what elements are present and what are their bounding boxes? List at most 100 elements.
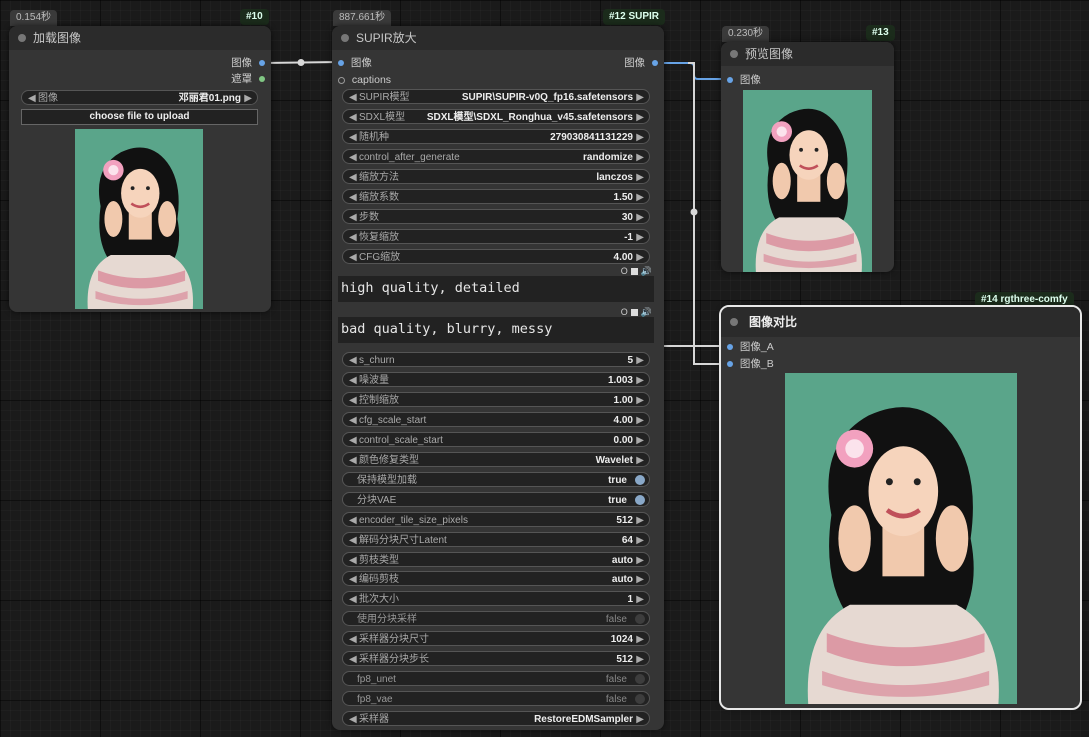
input-slot-image[interactable]: 图像 — [727, 73, 761, 87]
arrow-right-icon[interactable]: ▶ — [244, 91, 252, 106]
node-title-bar[interactable]: 加载图像 — [9, 26, 271, 50]
combo-widget[interactable]: ◀ 颜色修复类型 Wavelet ▶ — [342, 451, 650, 468]
combo-widget[interactable]: ◀ 批次大小 1 ▶ — [342, 591, 650, 607]
input-slot-image-a[interactable]: 图像_A — [727, 340, 774, 354]
arrow-left-icon[interactable]: ◀ — [349, 190, 357, 205]
slot-dot-icon[interactable] — [652, 60, 658, 67]
arrow-right-icon[interactable]: ▶ — [636, 250, 644, 265]
toggle-widget[interactable]: 分块VAE true — [342, 491, 650, 507]
arrow-right-icon[interactable]: ▶ — [636, 453, 644, 468]
arrow-right-icon[interactable]: ▶ — [636, 130, 644, 145]
preview-image-node[interactable]: 预览图像 图像 — [721, 42, 894, 272]
wire-supir-to-preview[interactable] — [656, 62, 728, 80]
image-file-combo[interactable]: ◀ 图像 邓丽君01.png ▶ — [21, 90, 258, 105]
node-title-bar[interactable]: SUPIR放大 — [332, 26, 664, 50]
slot-dot-icon[interactable] — [338, 60, 344, 67]
arrow-left-icon[interactable]: ◀ — [349, 513, 357, 528]
combo-widget[interactable]: ◀ s_churn 5 ▶ — [342, 352, 650, 367]
positive-prompt-textarea[interactable]: high quality, detailed — [338, 276, 654, 302]
combo-widget[interactable]: ◀ 噪波量 1.003 ▶ — [342, 371, 650, 388]
input-slot-image[interactable]: 图像 — [338, 56, 372, 70]
toggle-widget[interactable]: fp8_vae false — [342, 691, 650, 707]
arrow-left-icon[interactable]: ◀ — [349, 250, 357, 265]
arrow-right-icon[interactable]: ▶ — [636, 353, 644, 368]
collapse-dot-icon[interactable] — [18, 34, 26, 42]
combo-widget[interactable]: ◀ 随机种 279030841131229 ▶ — [342, 128, 650, 145]
sound-icon[interactable]: 🔊 — [641, 266, 652, 276]
combo-widget[interactable]: ◀ encoder_tile_size_pixels 512 ▶ — [342, 511, 650, 528]
toggle-knob-icon[interactable] — [635, 474, 645, 485]
slot-dot-icon[interactable] — [727, 361, 733, 368]
combo-widget[interactable]: ◀ 剪枝类型 auto ▶ — [342, 551, 650, 568]
toggle-knob-icon[interactable] — [635, 674, 645, 685]
upload-button[interactable]: choose file to upload — [21, 109, 258, 125]
arrow-right-icon[interactable]: ▶ — [636, 553, 644, 568]
toggle-widget[interactable]: 使用分块采样 false — [342, 611, 650, 627]
checkbox-icon[interactable] — [630, 268, 638, 276]
arrow-right-icon[interactable]: ▶ — [636, 533, 644, 548]
supir-upscale-node[interactable]: SUPIR放大 图像 captions 图像 ◀ SUPIR模型 SUPIR\SUP… — [332, 26, 664, 730]
slot-dot-icon[interactable] — [727, 344, 733, 351]
arrow-left-icon[interactable]: ◀ — [349, 210, 357, 225]
arrow-right-icon[interactable]: ▶ — [636, 230, 644, 245]
arrow-left-icon[interactable]: ◀ — [28, 91, 36, 106]
combo-widget[interactable]: ◀ control_after_generate randomize ▶ — [342, 148, 650, 165]
arrow-right-icon[interactable]: ▶ — [636, 513, 644, 528]
combo-widget[interactable]: ◀ 控制缩放 1.00 ▶ — [342, 391, 650, 408]
combo-widget[interactable]: ◀ 采样器分块尺寸 1024 ▶ — [342, 631, 650, 647]
node-title-bar[interactable]: 图像对比 — [721, 307, 1080, 337]
combo-widget[interactable]: ◀ 步数 30 ▶ — [342, 208, 650, 225]
arrow-right-icon[interactable]: ▶ — [636, 632, 644, 647]
input-slot-image-b[interactable]: 图像_B — [727, 357, 774, 371]
arrow-left-icon[interactable]: ◀ — [349, 652, 357, 667]
output-slot-image[interactable]: 图像 — [231, 56, 265, 70]
slot-dot-icon[interactable] — [338, 76, 345, 84]
toggle-knob-icon[interactable] — [635, 614, 645, 625]
toggle-knob-icon[interactable] — [635, 694, 645, 705]
arrow-left-icon[interactable]: ◀ — [349, 353, 357, 368]
toggle-widget[interactable]: fp8_unet false — [342, 671, 650, 687]
input-slot-captions[interactable]: captions — [338, 73, 391, 87]
arrow-left-icon[interactable]: ◀ — [349, 592, 357, 607]
slot-dot-icon[interactable] — [727, 77, 733, 84]
arrow-left-icon[interactable]: ◀ — [349, 373, 357, 388]
combo-widget[interactable]: ◀ SUPIR模型 SUPIR\SUPIR-v0Q_fp16.safetensors… — [342, 89, 650, 104]
toggle-knob-icon[interactable] — [635, 494, 645, 505]
combo-widget[interactable]: ◀ 编码剪枝 auto ▶ — [342, 571, 650, 587]
collapse-dot-icon[interactable] — [341, 34, 349, 42]
wire-midpoint[interactable] — [690, 208, 698, 216]
arrow-left-icon[interactable]: ◀ — [349, 90, 357, 105]
collapse-dot-icon[interactable] — [730, 318, 738, 326]
slot-dot-icon[interactable] — [259, 76, 265, 83]
wire-midpoint[interactable] — [297, 59, 305, 66]
arrow-right-icon[interactable]: ▶ — [636, 712, 644, 727]
arrow-left-icon[interactable]: ◀ — [349, 150, 357, 165]
image-compare-node[interactable]: 图像对比 图像_A 图像_B — [719, 305, 1082, 710]
combo-widget[interactable]: ◀ 恢复缩放 -1 ▶ — [342, 228, 650, 245]
combo-widget[interactable]: ◀ 采样器分块步长 512 ▶ — [342, 651, 650, 667]
arrow-right-icon[interactable]: ▶ — [636, 150, 644, 165]
arrow-left-icon[interactable]: ◀ — [349, 170, 357, 185]
combo-widget[interactable]: ◀ control_scale_start 0.00 ▶ — [342, 431, 650, 448]
arrow-right-icon[interactable]: ▶ — [636, 652, 644, 667]
combo-widget[interactable]: ◀ CFG缩放 4.00 ▶ — [342, 248, 650, 265]
combo-widget[interactable]: ◀ 采样器 RestoreEDMSampler ▶ — [342, 711, 650, 727]
arrow-right-icon[interactable]: ▶ — [636, 433, 644, 448]
arrow-right-icon[interactable]: ▶ — [636, 393, 644, 408]
negative-prompt-textarea[interactable]: bad quality, blurry, messy — [338, 317, 654, 343]
load-image-node[interactable]: 加载图像 图像 遮罩 ◀ 图像 邓丽君01.png ▶ choose file … — [9, 26, 271, 312]
arrow-left-icon[interactable]: ◀ — [349, 572, 357, 587]
arrow-left-icon[interactable]: ◀ — [349, 110, 357, 125]
combo-widget[interactable]: ◀ 解码分块尺寸Latent 64 ▶ — [342, 531, 650, 548]
arrow-left-icon[interactable]: ◀ — [349, 632, 357, 647]
arrow-left-icon[interactable]: ◀ — [349, 712, 357, 727]
output-slot-image[interactable]: 图像 — [624, 56, 658, 70]
combo-widget[interactable]: ◀ 缩放方法 lanczos ▶ — [342, 168, 650, 185]
arrow-right-icon[interactable]: ▶ — [636, 170, 644, 185]
combo-widget[interactable]: ◀ 缩放系数 1.50 ▶ — [342, 188, 650, 205]
sound-icon[interactable]: 🔊 — [641, 307, 652, 317]
combo-widget[interactable]: ◀ SDXL模型 SDXL模型\SDXL_Ronghua_v45.safetenso… — [342, 108, 650, 125]
arrow-left-icon[interactable]: ◀ — [349, 553, 357, 568]
arrow-right-icon[interactable]: ▶ — [636, 90, 644, 105]
arrow-left-icon[interactable]: ◀ — [349, 130, 357, 145]
